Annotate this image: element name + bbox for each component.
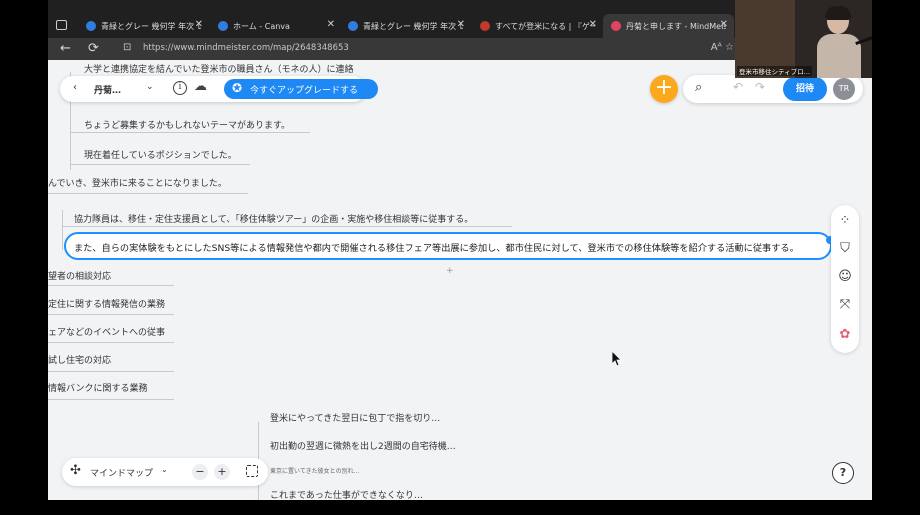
connector-line (62, 210, 63, 250)
chevron-down-icon[interactable]: ⌄ (161, 465, 168, 474)
mindmap-node[interactable]: 東京に置いてきた彼女との別れ… (270, 466, 360, 475)
star-icon: ✪ (232, 81, 243, 95)
connector-line (70, 132, 310, 133)
favorites-icon[interactable]: Aᴬ ☆ (711, 42, 734, 53)
connector-line (70, 164, 250, 165)
mindmap-node[interactable]: ェアなどのイベントへの従事 (48, 325, 165, 338)
upgrade-button[interactable]: ✪ 今すぐアップグレードする (224, 79, 378, 99)
bottom-bar: ✣ マインドマップ ⌄ − + (62, 458, 268, 486)
connector-line (48, 371, 174, 372)
map-title[interactable]: 丹菊… (94, 83, 121, 96)
mindmap-node[interactable]: これまであった仕事ができなくなり… (270, 488, 423, 500)
reload-icon[interactable]: ⟳ (88, 41, 99, 56)
presenter-image (817, 6, 872, 78)
tab-title: ホーム - Canva (233, 21, 290, 31)
mindmap-node[interactable]: 登米にやってきた翌日に包丁で指を切り… (270, 411, 440, 424)
favicon-icon (86, 21, 96, 31)
favicon-icon (218, 21, 228, 31)
invite-button[interactable]: 招待 (783, 77, 827, 101)
paint-bucket-icon[interactable]: ⛉ (837, 241, 853, 257)
mindmap-node[interactable]: んでいき、登米市に来ることになりました。 (48, 176, 227, 189)
mindmap-layout-icon[interactable]: ✣ (70, 463, 81, 478)
close-icon[interactable]: ✕ (589, 19, 597, 30)
mindmap-canvas[interactable]: 大学と連携協定を結んでいた登米市の職員さん（モネの人）に連絡 ちょうど募集するか… (48, 60, 872, 500)
mindmap-node[interactable]: 試し住宅の対応 (48, 353, 111, 366)
close-icon[interactable]: ✕ (327, 19, 335, 30)
connection-icon[interactable]: ⤧ (837, 297, 853, 313)
webcam-overlay: 登米市移住シティプロ… (735, 0, 872, 78)
tab-title: すべてが登米になる | 『ゲーム (495, 21, 595, 31)
chevron-down-icon[interactable]: ⌄ (146, 82, 154, 92)
favicon-icon (611, 21, 621, 31)
browser-tab[interactable]: 青緑とグレー 幾何学 年次 レ ✕ (78, 14, 209, 38)
close-icon[interactable]: ✕ (195, 19, 203, 30)
mindmap-node[interactable]: 定住に関する情報発信の業務 (48, 297, 165, 310)
tab-title: 丹菊と申します - MindMeis (626, 21, 726, 31)
tab-title: 青緑とグレー 幾何学 年次 レ (363, 21, 463, 31)
help-button[interactable]: ? (832, 462, 854, 484)
url-field[interactable]: https://www.mindmeister.com/map/26483486… (143, 43, 349, 53)
color-icon[interactable]: ✿ (837, 327, 853, 343)
site-info-icon[interactable]: ⊡ (123, 42, 131, 53)
browser-tab[interactable]: 丹菊と申します - MindMeis ✕ (603, 14, 734, 38)
connector-line (48, 342, 174, 343)
undo-icon[interactable]: ↶ (733, 80, 743, 94)
favicon-icon (480, 21, 490, 31)
zoom-out-button[interactable]: − (192, 464, 208, 480)
search-icon[interactable]: ⌕ (695, 80, 702, 95)
mindmap-node[interactable]: 初出勤の翌週に微熱を出し2週間の自宅待機… (270, 439, 456, 452)
cloud-icon[interactable]: ☁ (194, 79, 207, 94)
side-panel: ⁘ ⛉ ☺ ⤧ ✿ (831, 205, 859, 353)
browser-tab[interactable]: すべてが登米になる | 『ゲーム ✕ (472, 14, 603, 38)
close-icon[interactable]: ✕ (457, 19, 465, 30)
connector-line (48, 314, 174, 315)
browser-tab[interactable]: ホーム - Canva ✕ (210, 14, 341, 38)
mindmap-node[interactable]: 現在着任しているポジションでした。 (84, 148, 237, 161)
close-icon[interactable]: ✕ (720, 19, 728, 30)
mindmap-node[interactable]: 大学と連携協定を結んでいた登米市の職員さん（モネの人）に連絡 (84, 62, 354, 75)
info-icon[interactable]: i (173, 81, 187, 95)
tab-title: 青緑とグレー 幾何学 年次 レ (101, 21, 201, 31)
mindmap-node[interactable]: 協力隊員は、移住・定住支援員として、「移住体験ツアー」の企画・実施や移住相談等に… (74, 212, 473, 225)
back-icon[interactable]: ← (60, 41, 71, 56)
connector-line (48, 399, 174, 400)
window-menu-icon[interactable] (56, 20, 67, 30)
connector-line (48, 193, 248, 194)
fit-to-screen-icon[interactable] (246, 465, 258, 477)
right-toolbar: ⌕ ↶ ↷ 招待 TR (683, 75, 863, 103)
selected-mindmap-node[interactable]: また、自らの実体験をもとにしたSNS等による情報発信や都内で開催される移住フェア… (64, 232, 832, 260)
layout-selector[interactable]: マインドマップ (90, 466, 153, 479)
add-node-icon[interactable]: + (446, 266, 454, 276)
shapes-icon[interactable]: ⁘ (837, 213, 853, 229)
connector-line (48, 285, 174, 286)
add-button[interactable]: + (650, 75, 678, 103)
redo-icon[interactable]: ↷ (755, 80, 765, 94)
mouse-cursor-icon (612, 351, 622, 367)
back-icon[interactable]: ‹ (73, 82, 77, 93)
emoji-icon[interactable]: ☺ (837, 269, 853, 285)
connector-line (62, 226, 512, 227)
browser-tab[interactable]: 青緑とグレー 幾何学 年次 レ ✕ (340, 14, 471, 38)
webcam-caption: 登米市移住シティプロ… (737, 66, 813, 76)
mindmap-node[interactable]: 情報バンクに関する業務 (48, 381, 147, 394)
zoom-in-button[interactable]: + (214, 464, 230, 480)
mindmap-node[interactable]: ちょうど募集するかもしれないテーマがあります。 (84, 118, 290, 131)
map-toolbar: ‹ 丹菊… ⌄ i ☁ ✪ 今すぐアップグレードする (60, 76, 378, 102)
upgrade-label: 今すぐアップグレードする (250, 86, 359, 96)
avatar[interactable]: TR (833, 78, 855, 100)
mindmap-node[interactable]: 望者の相談対応 (48, 269, 111, 282)
favicon-icon (348, 21, 358, 31)
